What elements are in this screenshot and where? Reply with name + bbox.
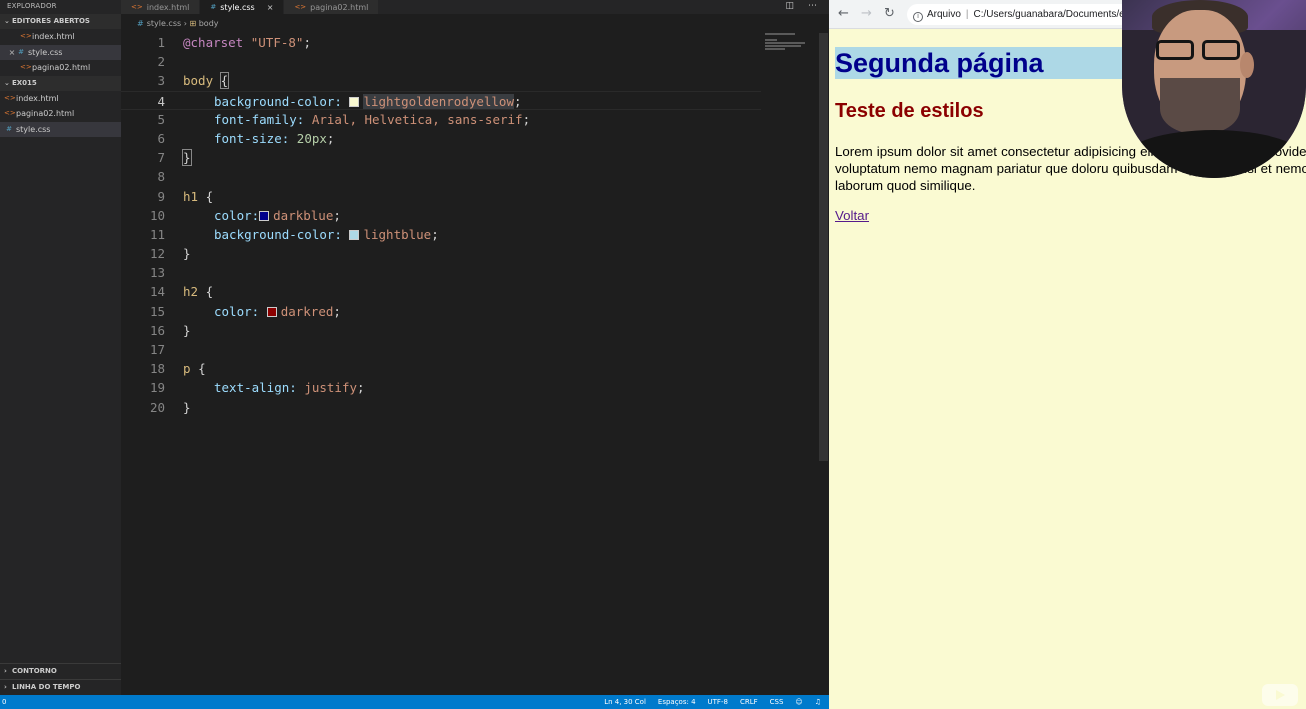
code-line: 5 font-family: Arial, Helvetica, sans-ser… (157, 111, 531, 127)
back-arrow-icon[interactable]: ← (838, 6, 849, 22)
code-line: 9 h1 { (157, 188, 214, 204)
symbol-icon: ⊞ (189, 19, 197, 28)
open-editor-item[interactable]: <> pagina02.html (0, 60, 121, 76)
breadcrumb: # style.css › ⊞ body (121, 15, 829, 33)
color-swatch[interactable] (349, 229, 360, 240)
code-line: 8 (157, 169, 165, 185)
code-line: 20} (149, 399, 191, 415)
css-file-icon: # (210, 2, 217, 11)
webcam-overlay (1122, 0, 1306, 178)
color-swatch[interactable] (266, 306, 277, 317)
open-editor-item[interactable]: × # style.css (0, 44, 121, 61)
code-line: 13 (149, 265, 165, 281)
status-encoding[interactable]: UTF-8 (708, 695, 728, 709)
explorer-sidebar: EXPLORADOR ⌄ EDITORES ABERTOS <> index.h… (0, 0, 121, 695)
bell-icon[interactable]: ♫ (815, 695, 821, 709)
code-line: 2 (157, 54, 165, 70)
open-editors-header[interactable]: ⌄ EDITORES ABERTOS (0, 14, 121, 29)
code-editor[interactable]: 1 @charset "UTF-8"; 2 3 body { 4 background… (121, 33, 761, 695)
chevron-down-icon: ⌄ (4, 78, 10, 87)
html-file-icon: <> (4, 109, 16, 117)
html-file-icon: <> (20, 63, 32, 71)
color-swatch[interactable] (349, 96, 360, 107)
css-file-icon: # (6, 124, 12, 133)
file-item[interactable]: # style.css (0, 121, 121, 137)
file-item[interactable]: <> pagina02.html (0, 106, 121, 122)
chevron-down-icon: ⌄ (4, 17, 10, 25)
code-line: 6 font-size: 20px; (157, 130, 335, 146)
code-line: 1 @charset "UTF-8"; (157, 35, 311, 50)
color-swatch[interactable] (259, 210, 270, 221)
breadcrumb-symbol[interactable]: body (199, 19, 219, 28)
video-watermark-icon (1262, 684, 1298, 706)
explorer-title: EXPLORADOR (7, 2, 57, 10)
breadcrumb-file[interactable]: style.css (147, 19, 181, 28)
code-line: 14 h2 { (149, 284, 214, 300)
code-line: 10 color: darkblue; (149, 207, 341, 223)
code-line: 17 (149, 342, 165, 357)
back-link[interactable]: Voltar (835, 208, 869, 223)
status-eol[interactable]: CRLF (740, 695, 758, 709)
status-language[interactable]: CSS (770, 695, 784, 709)
tab-index-html[interactable]: <> index.html (121, 0, 201, 14)
html-file-icon: <> (4, 93, 16, 102)
code-line: 19 text-align: justify; (149, 380, 365, 396)
folder-header[interactable]: ⌄ EX015 (0, 75, 121, 91)
chevron-right-icon: › (4, 683, 7, 691)
code-line: 7} (157, 149, 192, 167)
close-icon[interactable]: × (8, 45, 16, 61)
editor-scrollbar[interactable] (819, 33, 828, 461)
address-scheme-label: Arquivo (927, 9, 961, 20)
feedback-icon[interactable]: ☺ (795, 695, 802, 709)
forward-arrow-icon[interactable]: → (861, 6, 872, 22)
more-actions-icon[interactable]: ⋯ (808, 0, 817, 14)
file-item[interactable]: <> index.html (0, 91, 121, 107)
open-editor-item[interactable]: <> index.html (0, 29, 121, 45)
editor-tabs: <> index.html # style.css × <> pagina02.… (121, 0, 829, 14)
code-line: 18 p { (149, 361, 206, 377)
page-subheading: Teste de estilos (835, 100, 984, 122)
code-line: 11 background-color: lightblue; (149, 226, 439, 242)
css-file-icon: # (18, 47, 24, 56)
code-line: 16} (149, 322, 191, 338)
code-line-current: 4 background-color: lightgoldenrodyellow; (121, 90, 761, 110)
reload-icon[interactable]: ↻ (884, 6, 895, 22)
status-indentation[interactable]: Espaços: 4 (658, 695, 696, 709)
chevron-right-icon: › (4, 667, 7, 675)
tab-style-css[interactable]: # style.css × (200, 0, 285, 14)
html-file-icon: <> (294, 2, 307, 11)
code-line: 12} (149, 246, 191, 262)
css-file-icon: # (137, 19, 144, 28)
html-file-icon: <> (131, 2, 143, 11)
info-icon[interactable]: i (913, 12, 923, 22)
status-bar: 0 Ln 4, 30 Col Espaços: 4 UTF-8 CRLF CSS… (0, 695, 829, 709)
code-line: 3 body { (157, 72, 230, 90)
tab-pagina02-html[interactable]: <> pagina02.html (284, 0, 380, 14)
outline-header[interactable]: › CONTORNO (0, 663, 121, 679)
timeline-header[interactable]: › LINHA DO TEMPO (0, 679, 121, 695)
html-file-icon: <> (20, 32, 32, 40)
vscode-window: EXPLORADOR ⌄ EDITORES ABERTOS <> index.h… (0, 0, 829, 709)
status-problems[interactable]: 0 (2, 695, 6, 709)
close-icon[interactable]: × (267, 1, 274, 14)
status-cursor-position[interactable]: Ln 4, 30 Col (604, 695, 646, 709)
split-editor-icon[interactable]: ◫ (785, 0, 794, 14)
minimap[interactable] (765, 33, 817, 63)
code-line: 15 color: darkred; (149, 303, 341, 319)
